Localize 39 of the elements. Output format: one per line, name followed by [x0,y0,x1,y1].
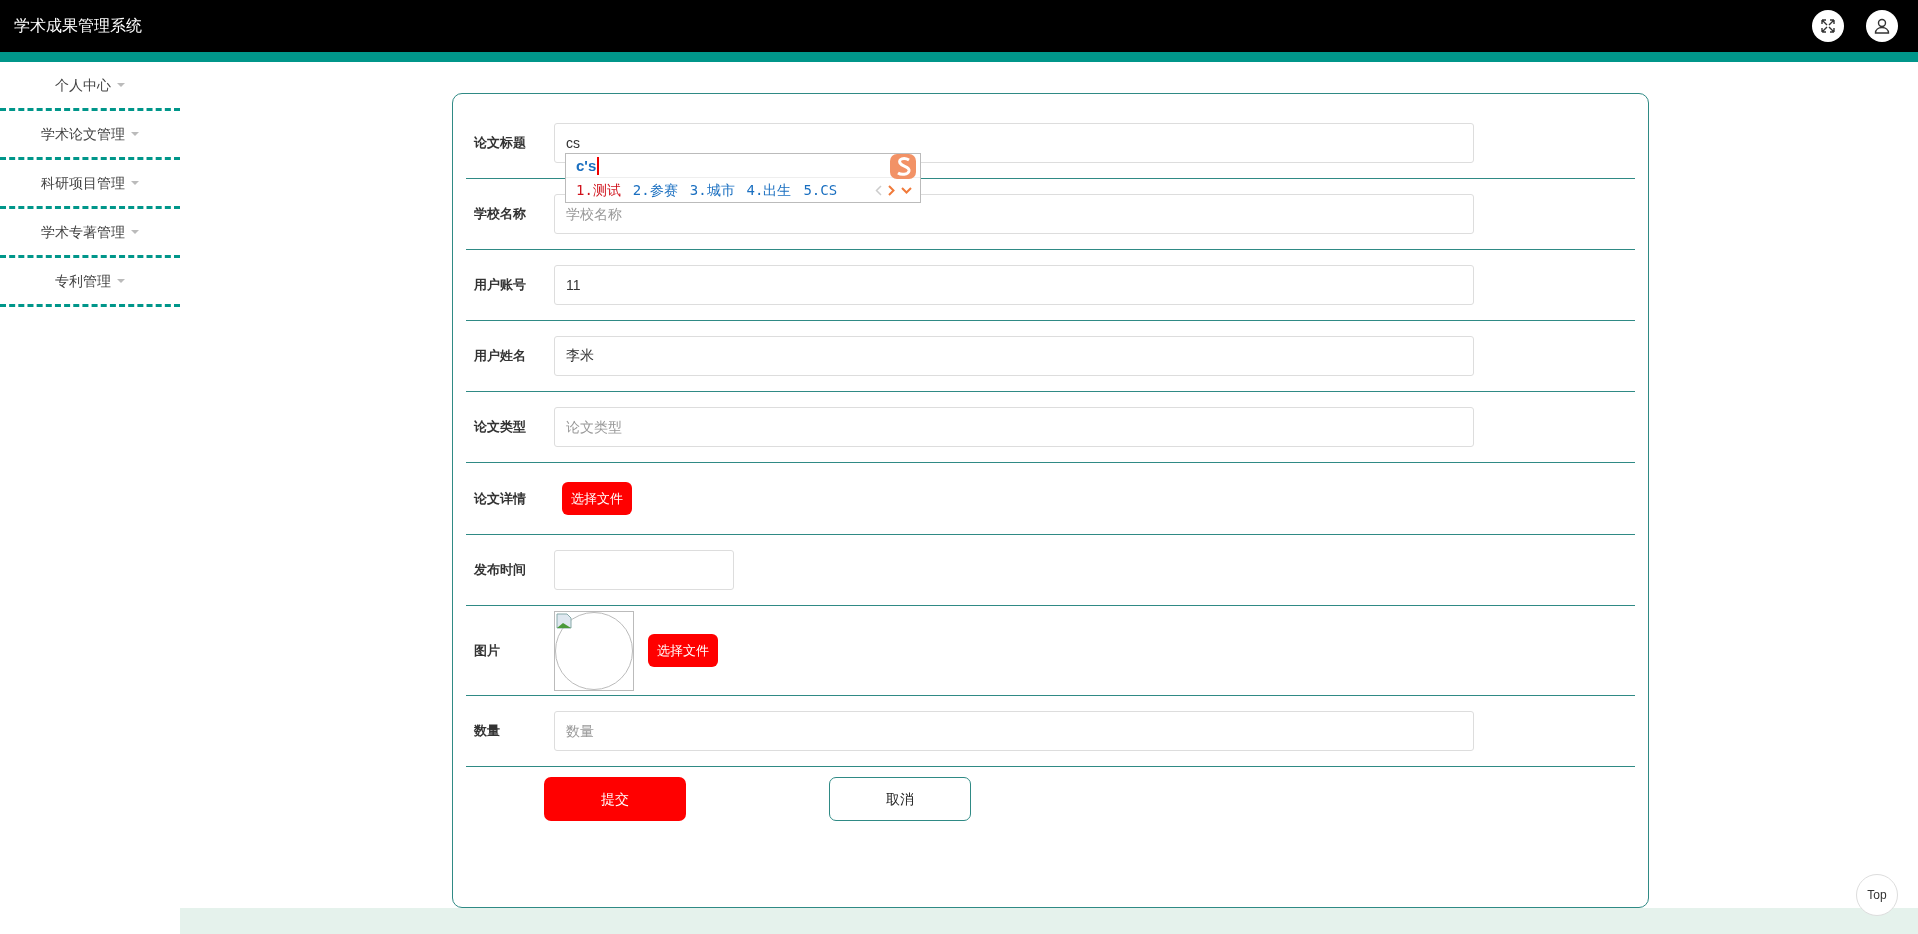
caret-down-icon [117,83,125,87]
field-label: 论文标题 [474,134,527,153]
choose-file-button[interactable]: 选择文件 [562,482,632,515]
field-label: 图片 [474,641,501,660]
field-label: 论文类型 [474,418,527,437]
caret-down-icon [131,132,139,136]
ime-composition: c's [576,156,600,175]
sidebar-menu-item[interactable]: 学术论文管理 [41,123,139,145]
chevron-down-icon[interactable] [901,186,912,194]
previous-page-icon[interactable] [875,184,882,196]
caret-down-icon [131,181,139,185]
broken-image-icon [556,612,572,629]
sidebar-menu-item[interactable]: 学术专著管理 [41,221,139,243]
sidebar-menu-item[interactable]: 专利管理 [55,270,125,292]
choose-file-button[interactable]: 选择文件 [648,634,718,667]
cancel-button[interactable]: 取消 [829,777,971,821]
field-label: 学校名称 [474,205,527,224]
field-label: 发布时间 [474,561,527,580]
user-button[interactable] [1866,10,1898,42]
fullscreen-button[interactable] [1812,10,1844,42]
back-to-top-button[interactable]: Top [1856,874,1898,916]
sidebar-menu-item[interactable]: 个人中心 [55,74,125,96]
field-label: 用户账号 [474,276,527,295]
text-field[interactable]: 11 [554,265,1474,305]
app-title: 学术成果管理系统 [14,16,142,36]
field-label: 用户姓名 [474,347,527,366]
caret-down-icon [131,230,139,234]
field-label: 论文详情 [474,489,527,508]
caret-down-icon [117,279,125,283]
date-field[interactable] [554,550,734,590]
text-field[interactable]: 论文类型 [554,407,1474,447]
expand-icon [1820,18,1836,34]
text-field[interactable]: 李米 [554,336,1474,376]
field-label: 数量 [474,722,501,741]
user-icon [1874,18,1890,34]
submit-button[interactable]: 提交 [544,777,686,821]
next-page-icon[interactable] [888,184,895,196]
sidebar-menu-item[interactable]: 科研项目管理 [41,172,139,194]
text-field[interactable]: 数量 [554,711,1474,751]
